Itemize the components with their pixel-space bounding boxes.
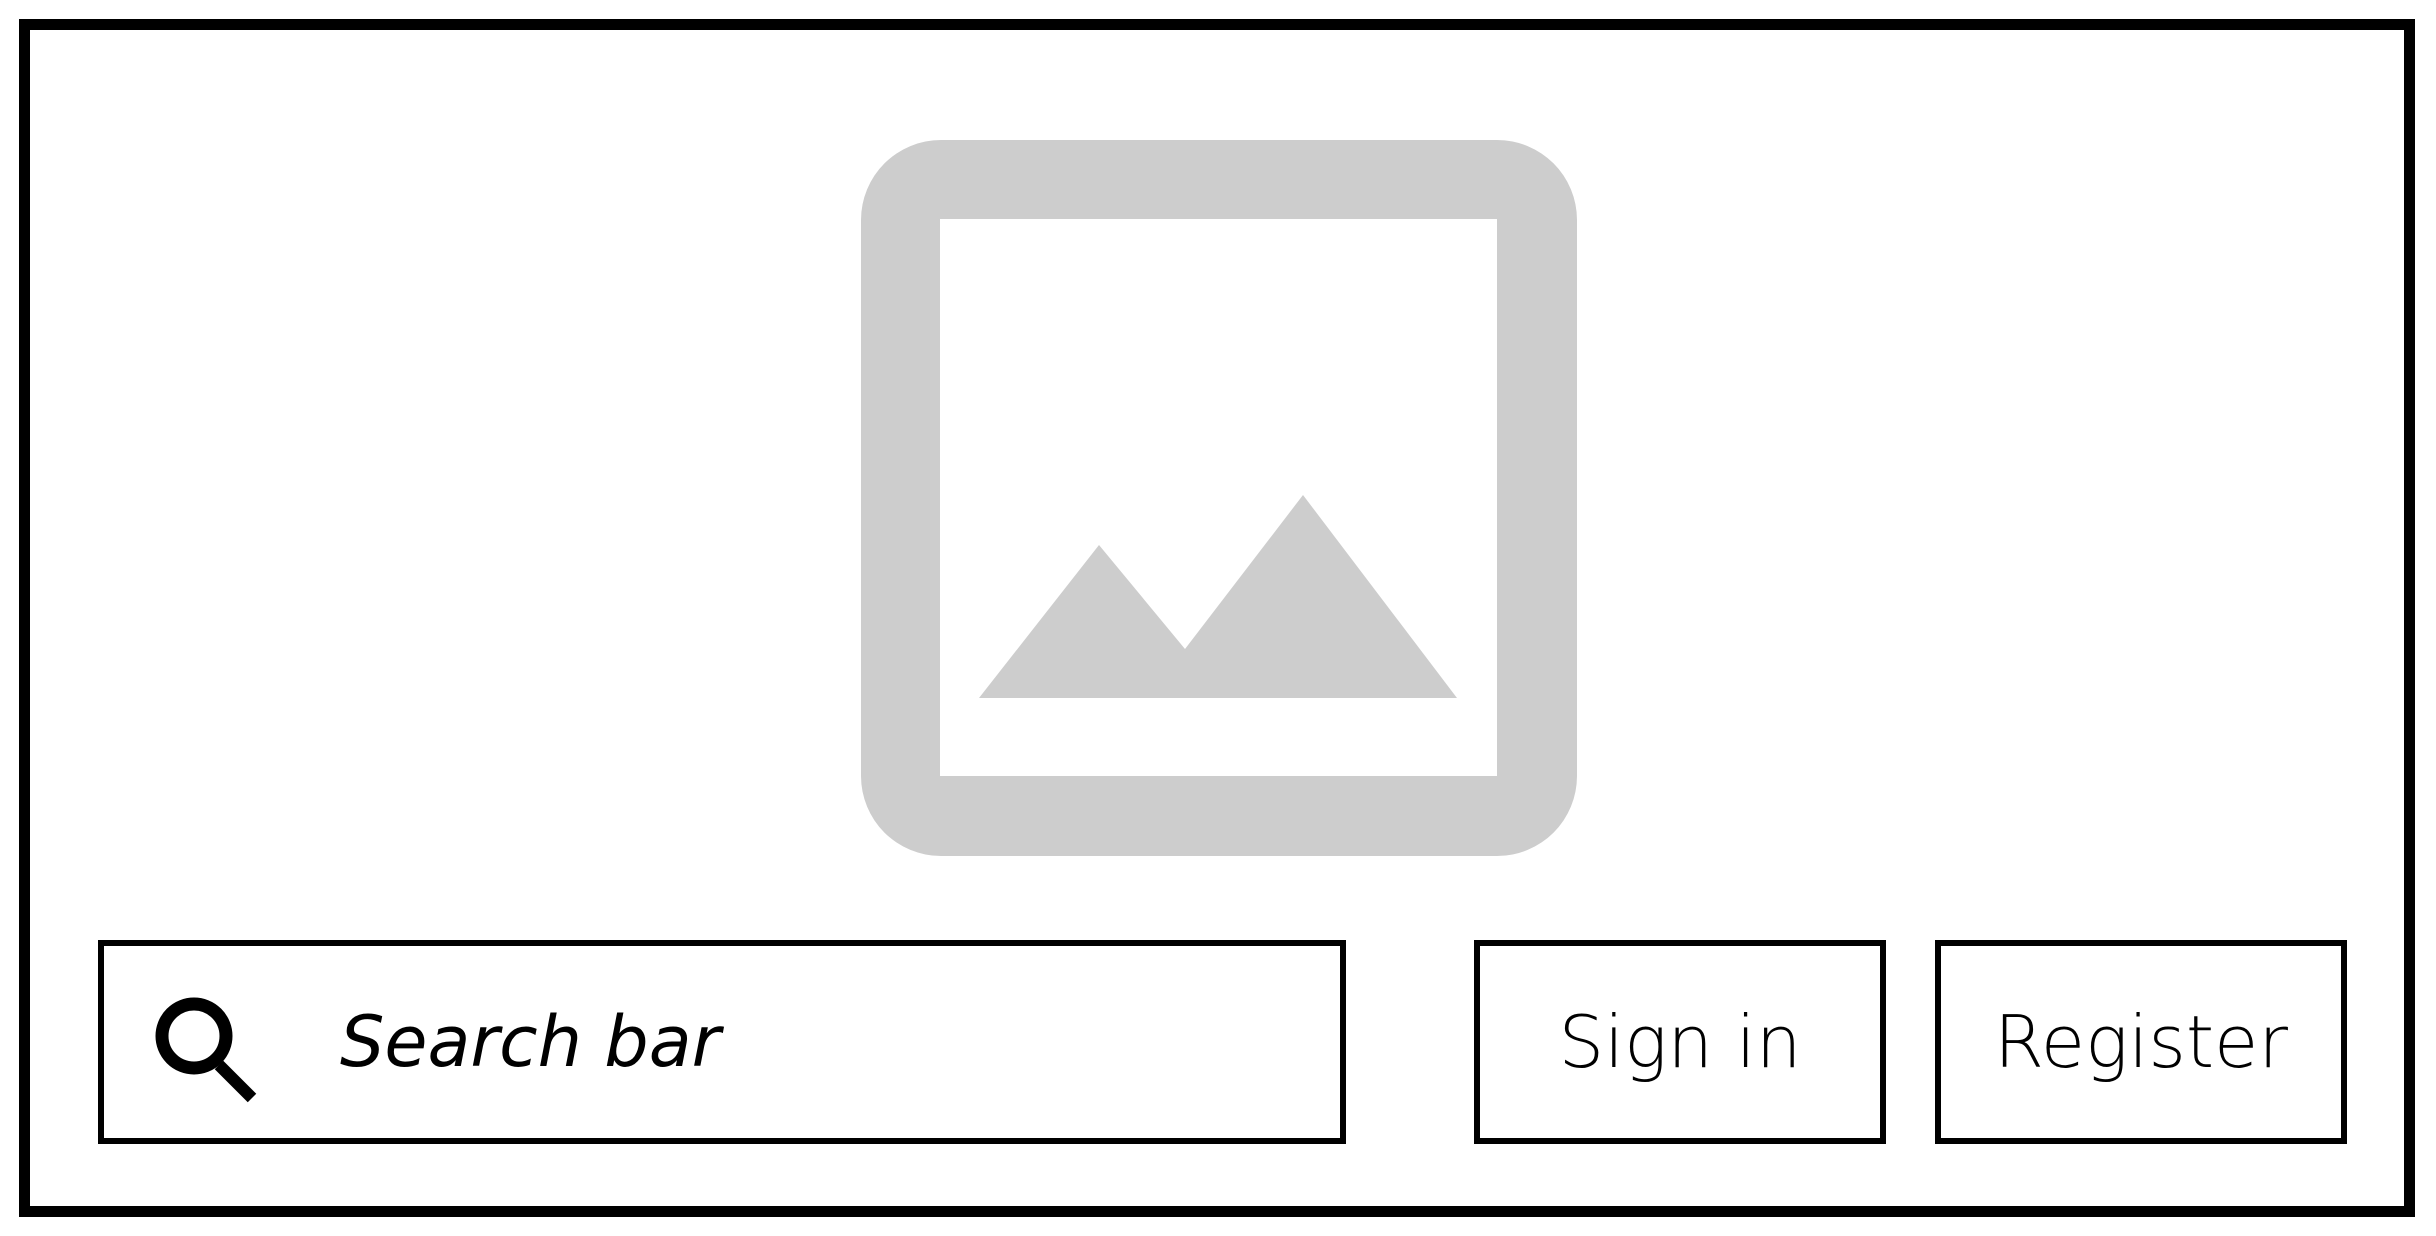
sign-in-button[interactable]: Sign in bbox=[1474, 940, 1886, 1144]
search-icon bbox=[152, 994, 264, 1106]
image-icon bbox=[861, 140, 1577, 856]
register-button[interactable]: Register bbox=[1935, 940, 2347, 1144]
search-bar[interactable] bbox=[98, 940, 1346, 1144]
search-input[interactable] bbox=[340, 986, 1300, 1098]
mountain-shape bbox=[979, 495, 1457, 698]
image-placeholder bbox=[861, 140, 1577, 856]
